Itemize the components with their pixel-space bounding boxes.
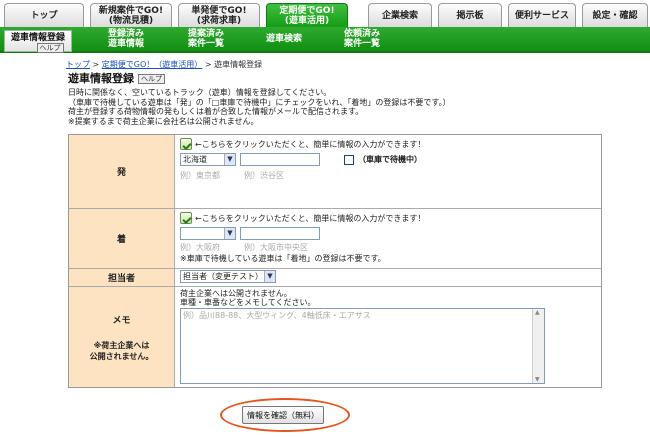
breadcrumb-separator: > xyxy=(90,60,102,69)
tab-top-label: トップ xyxy=(30,10,58,21)
tab-company-search-label: 企業検索 xyxy=(381,10,418,21)
departure-label: 発 xyxy=(69,135,175,208)
memo-text-2: 車種・車番などをメモしてください。 xyxy=(180,298,316,307)
arrival-hint: ←こちらをクリックいただくと、簡単に情報の入力ができます！ xyxy=(180,211,597,225)
staff-row: 担当者 担当者（変更テスト） ▼ xyxy=(69,269,601,287)
subnav-vehicle-search-label: 遊車検索 xyxy=(266,34,303,44)
departure-cell: ←こちらをクリックいただくと、簡単に情報の入力ができます！ 北海道 ▼ （車庫で… xyxy=(176,135,601,208)
memo-label-note-1: ※荷主企業へは xyxy=(93,340,150,350)
chevron-down-icon: ▼ xyxy=(264,271,275,282)
subnav-proposed-projects-label: 提案済み 案件一覧 xyxy=(188,29,225,49)
arrival-label: 着 xyxy=(69,209,175,268)
arrival-note: ※車庫で待機している遊車は「着地」の登録は不要です。 xyxy=(180,254,386,263)
breadcrumb-separator: > xyxy=(202,60,215,69)
arrival-example-ward: 例）大阪市中央区 xyxy=(244,243,308,252)
waiting-in-garage-checkbox[interactable] xyxy=(344,154,354,165)
arrival-inputs: ▼ xyxy=(180,226,597,241)
tab-single-trip[interactable]: 単発便でGO! (求荷求車) xyxy=(178,3,260,27)
departure-example-city: 例）東京都 xyxy=(180,171,220,180)
subnav-help-button[interactable]: ヘルプ xyxy=(36,43,64,53)
departure-hint-text: ←こちらをクリックいただくと、簡単に情報の入力ができます！ xyxy=(195,139,426,149)
sub-navigation: 遊車情報登録 ヘルプ 登録済み 遊車情報 提案済み 案件一覧 遊車検索 依頼済み… xyxy=(0,27,650,53)
address-book-icon[interactable] xyxy=(180,212,192,224)
breadcrumb-section-link[interactable]: 定期便でGO！（遊車活用） xyxy=(102,60,203,69)
tab-bulletin-board[interactable]: 掲示板 xyxy=(438,3,502,27)
memo-text-1: 荷主企業へは公開されません。 xyxy=(180,289,292,298)
arrival-example-city: 例）大阪府 xyxy=(180,243,220,252)
breadcrumb-current: 遊車情報登録 xyxy=(214,60,263,69)
departure-row: 発 ←こちらをクリックいただくと、簡単に情報の入力ができます！ 北海道 ▼ （車… xyxy=(69,135,601,209)
chevron-down-icon: ▼ xyxy=(224,154,235,165)
subnav-registered-vehicles[interactable]: 登録済み 遊車情報 xyxy=(108,29,144,49)
subnav-requested-projects[interactable]: 依頼済み 案件一覧 xyxy=(344,29,380,49)
arrival-prefecture-select[interactable]: ▼ xyxy=(180,227,236,240)
arrival-cell: ←こちらをクリックいただくと、簡単に情報の入力ができます！ ▼ 例）大阪府 例）… xyxy=(176,209,601,268)
tab-settings[interactable]: 設定・確認 xyxy=(582,3,648,27)
memo-scrollbar[interactable] xyxy=(532,309,544,383)
breadcrumb-top-link[interactable]: トップ xyxy=(66,60,90,69)
memo-row: メモ ※荷主企業へは 公開されません。 荷主企業へは公開されません。 車種・車番… xyxy=(69,287,601,387)
tab-services-label: 便利サービス xyxy=(514,10,569,21)
subnav-proposed-projects[interactable]: 提案済み 案件一覧 xyxy=(188,29,224,49)
subnav-registered-vehicles-label: 登録済み 遊車情報 xyxy=(108,29,145,49)
tab-regular-trip-label: 定期便でGO! (遊車活用) xyxy=(279,5,335,26)
page-title-block: 遊車情報登録 ヘルプ xyxy=(68,70,165,86)
page-description: 日時に関係なく、空いているトラック（遊車）情報を登録してください。 （車庫で待機… xyxy=(68,88,568,126)
tab-regular-trip[interactable]: 定期便でGO! (遊車活用) xyxy=(266,3,348,27)
departure-prefecture-value: 北海道 xyxy=(183,155,207,164)
memo-placeholder: 例）品川88-88、大型ウィング、4軸低床・エアサス xyxy=(183,311,371,320)
departure-inputs: 北海道 ▼ （車庫で待機中） xyxy=(180,152,597,167)
memo-label-note-2: 公開されません。 xyxy=(89,351,154,361)
desc-line-2: （車庫で待機している遊車は「発」の「□車庫で待機中」にチェックをいれ、「着地」の… xyxy=(68,97,451,107)
subnav-vehicle-search[interactable]: 遊車検索 xyxy=(266,34,302,44)
departure-prefecture-select[interactable]: 北海道 ▼ xyxy=(180,153,236,166)
subnav-requested-projects-label: 依頼済み 案件一覧 xyxy=(344,29,381,49)
staff-select[interactable]: 担当者（変更テスト） ▼ xyxy=(180,270,276,283)
memo-textarea[interactable]: 例）品川88-88、大型ウィング、4軸低床・エアサス xyxy=(180,308,545,384)
tab-bulletin-board-label: 掲示板 xyxy=(456,10,484,21)
vehicle-form: 発 ←こちらをクリックいただくと、簡単に情報の入力ができます！ 北海道 ▼ （車… xyxy=(68,134,602,388)
staff-cell: 担当者（変更テスト） ▼ xyxy=(176,269,601,286)
memo-cell: 荷主企業へは公開されません。 車種・車番などをメモしてください。 例）品川88-… xyxy=(176,287,601,387)
desc-line-3: 荷主が登録する荷物情報の発もしくは着が合致した情報がメールで配信されます。 xyxy=(68,107,364,116)
departure-examples: 例）東京都 例）渋谷区 xyxy=(180,168,597,183)
desc-line-4: ※提案するまで荷主企業に会社名は公開されません。 xyxy=(68,116,259,126)
waiting-in-garage-label: （車庫で待機中） xyxy=(358,155,422,164)
arrival-city-input[interactable] xyxy=(240,227,320,240)
departure-example-ward: 例）渋谷区 xyxy=(244,171,284,180)
page-title: 遊車情報登録 xyxy=(68,72,134,85)
tab-new-project-label: 新規案件でGO! (物流見積) xyxy=(98,5,164,26)
chevron-down-icon: ▼ xyxy=(224,228,235,239)
address-book-icon[interactable] xyxy=(180,138,192,150)
memo-label-block: メモ ※荷主企業へは 公開されません。 xyxy=(69,287,175,387)
staff-label: 担当者 xyxy=(69,269,175,286)
subnav-register-vehicle-label: 遊車情報登録 xyxy=(10,33,65,43)
breadcrumb: トップ > 定期便でGO！（遊車活用） > 遊車情報登録 xyxy=(66,59,262,70)
confirm-button-label: 情報を確認（無料） xyxy=(247,410,319,420)
tab-settings-label: 設定・確認 xyxy=(592,10,638,21)
subnav-register-vehicle[interactable]: 遊車情報登録 ヘルプ xyxy=(4,30,72,53)
tab-single-trip-label: 単発便でGO! (求荷求車) xyxy=(191,5,247,26)
confirm-button[interactable]: 情報を確認（無料） xyxy=(242,406,324,424)
arrival-examples: 例）大阪府 例）大阪市中央区 xyxy=(180,242,597,253)
memo-label: メモ xyxy=(112,315,131,326)
tab-new-project[interactable]: 新規案件でGO! (物流見積) xyxy=(90,3,172,27)
desc-line-1: 日時に関係なく、空いているトラック（遊車）情報を登録してください。 xyxy=(68,88,332,97)
staff-value: 担当者（変更テスト） xyxy=(183,272,263,281)
departure-city-input[interactable] xyxy=(240,153,320,166)
arrival-hint-text: ←こちらをクリックいただくと、簡単に情報の入力ができます！ xyxy=(195,213,426,223)
departure-hint: ←こちらをクリックいただくと、簡単に情報の入力ができます！ xyxy=(180,137,597,151)
title-help-button[interactable]: ヘルプ xyxy=(138,74,165,84)
top-tab-bar: トップ 新規案件でGO! (物流見積) 単発便でGO! (求荷求車) 定期便でG… xyxy=(0,0,650,27)
tab-top[interactable]: トップ xyxy=(4,3,84,27)
tab-services[interactable]: 便利サービス xyxy=(508,3,576,27)
tab-company-search[interactable]: 企業検索 xyxy=(368,3,432,27)
arrival-row: 着 ←こちらをクリックいただくと、簡単に情報の入力ができます！ ▼ 例）大阪府 … xyxy=(69,209,601,269)
